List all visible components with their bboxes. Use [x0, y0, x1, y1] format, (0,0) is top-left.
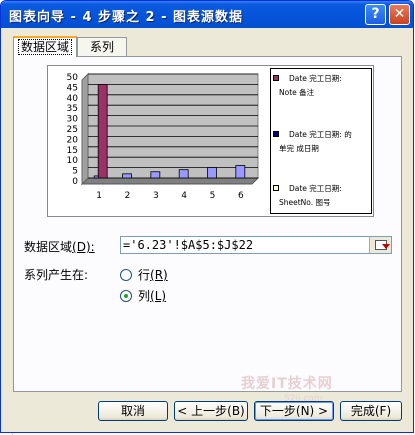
- columns-radio[interactable]: [120, 290, 132, 302]
- series-in-label: 系列产生在:: [24, 268, 89, 282]
- legend-text: Date 完工日期: 的: [289, 130, 352, 139]
- collapse-dialog-button[interactable]: [369, 237, 391, 253]
- columns-radio-label[interactable]: 列(L): [138, 287, 166, 304]
- legend-swatch: [273, 131, 279, 137]
- y-tick-label: 20: [67, 135, 79, 145]
- legend-text: Note 备注: [279, 88, 315, 97]
- rows-radio-label[interactable]: 行(R): [138, 266, 168, 283]
- chart-preview: 0 5 10 15 20 25 30 35 40 45 50 1 2 3 4 5 6 Date 完工日期: No…: [47, 65, 374, 217]
- title-bar[interactable]: 图表向导 - 4 步骤之 2 - 图表源数据 ? ✕: [1, 1, 413, 28]
- y-tick-label: 10: [67, 156, 79, 166]
- y-tick-label: 25: [67, 125, 78, 135]
- tab-data-range-label: 数据区域: [17, 39, 72, 55]
- y-tick-label: 50: [67, 73, 79, 83]
- back-button[interactable]: < 上一步(B): [174, 401, 248, 421]
- cancel-button[interactable]: 取消: [98, 401, 168, 421]
- tab-data-range[interactable]: 数据区域: [13, 36, 77, 57]
- x-tick-label: 4: [181, 191, 187, 201]
- legend-text: 单完 成日期: [279, 144, 319, 153]
- tab-series[interactable]: 系列: [77, 37, 127, 56]
- next-button[interactable]: 下一步(N) >: [254, 401, 334, 421]
- data-range-value: ='6.23'!$A$5:$J$22: [123, 238, 254, 252]
- rows-radio[interactable]: [120, 269, 132, 281]
- rows-hotkey: (R): [150, 268, 168, 282]
- y-tick-label: 30: [67, 115, 79, 125]
- chart-plot: 051015202530354045501 2 3 4 5 6: [67, 72, 260, 201]
- legend-swatch: [273, 75, 279, 81]
- y-tick-label: 0: [72, 177, 78, 187]
- close-button[interactable]: ✕: [389, 4, 410, 25]
- bar: [122, 173, 132, 179]
- x-tick-label: 1: [96, 191, 102, 201]
- help-button[interactable]: ?: [365, 4, 386, 25]
- bar: [207, 167, 217, 179]
- y-tick-label: 15: [67, 146, 78, 156]
- data-range-label: 数据区域(D):: [24, 238, 95, 255]
- legend-text: SheetNo. 图号: [279, 198, 331, 207]
- y-tick-label: 40: [67, 94, 79, 104]
- chart-legend: Date 完工日期: Note 备注 Date 完工日期: 的 单完 成日期 D…: [270, 68, 372, 214]
- rows-label-text: 行: [138, 268, 151, 282]
- plot-side-wall: [81, 72, 89, 186]
- bar: [97, 83, 108, 179]
- bar: [178, 169, 189, 179]
- x-tick-label: 5: [210, 191, 216, 201]
- legend-text: Date 完工日期:: [289, 184, 342, 193]
- y-tick-label: 45: [67, 83, 78, 93]
- y-tick-label: 5: [72, 167, 78, 177]
- x-tick-label: 6: [238, 191, 244, 201]
- legend-text: Date 完工日期:: [289, 74, 342, 83]
- data-range-hotkey: (D):: [72, 240, 95, 254]
- chart-wizard-dialog: 图表向导 - 4 步骤之 2 - 图表源数据 ? ✕ 数据区域 系列 0 5 10 1…: [0, 0, 414, 433]
- arrow-icon: [382, 244, 390, 249]
- finish-button[interactable]: 完成(F): [340, 401, 402, 421]
- bar: [235, 165, 246, 179]
- bar: [150, 171, 161, 179]
- cols-label-text: 列: [138, 289, 151, 303]
- x-tick-label: 2: [125, 191, 131, 201]
- data-range-input[interactable]: ='6.23'!$A$5:$J$22: [120, 236, 392, 254]
- y-tick-label: 35: [67, 104, 78, 114]
- tab-series-label: 系列: [89, 40, 114, 54]
- window-title: 图表向导 - 4 步骤之 2 - 图表源数据: [9, 10, 244, 25]
- data-range-label-text: 数据区域: [24, 240, 73, 254]
- x-tick-label: 3: [153, 191, 159, 201]
- cols-hotkey: (L): [150, 289, 167, 303]
- legend-swatch: [273, 185, 279, 191]
- tab-panel: 0 5 10 15 20 25 30 35 40 45 50 1 2 3 4 5 6 Date 完工日期: No…: [13, 56, 402, 392]
- plot-floor: [80, 177, 260, 185]
